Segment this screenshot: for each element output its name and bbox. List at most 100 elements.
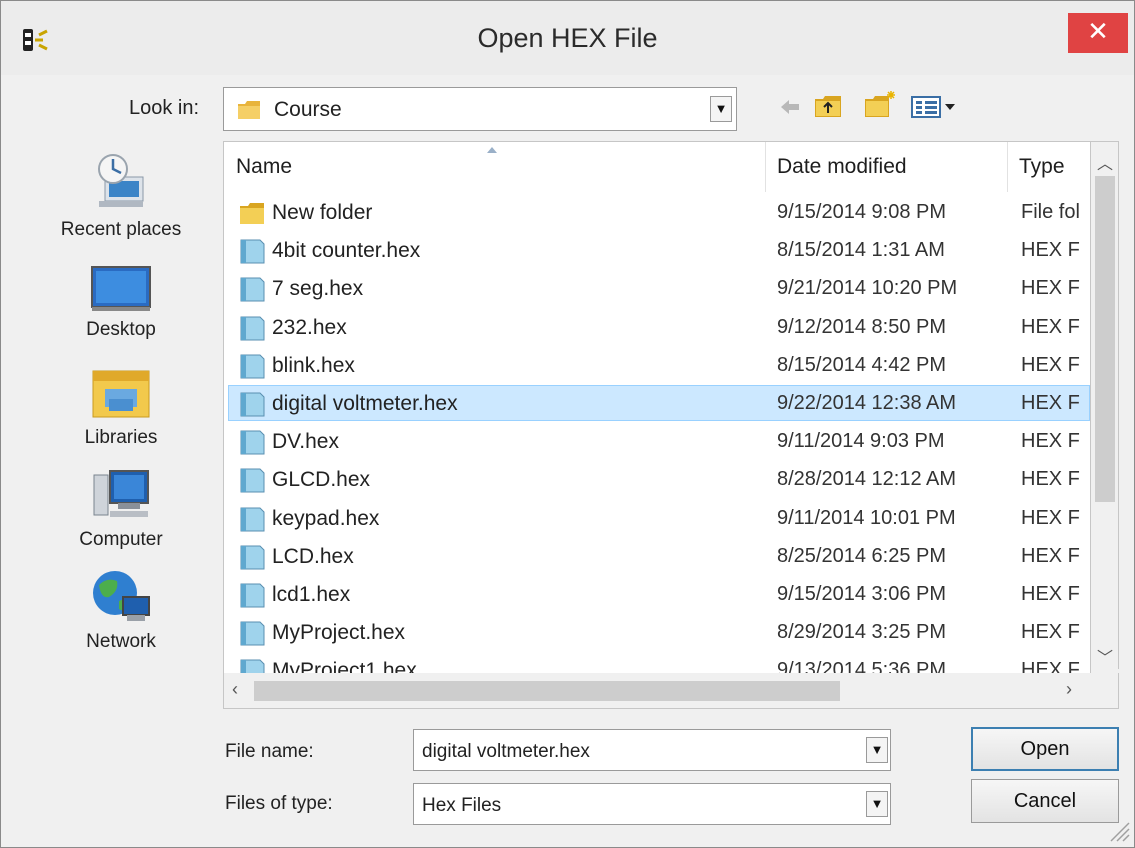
- column-header-date[interactable]: Date modified: [777, 155, 907, 179]
- lookin-dropdown[interactable]: Course ▼: [223, 87, 737, 131]
- file-name: MyProject.hex: [272, 621, 406, 645]
- file-type: HEX Fi: [1021, 392, 1081, 414]
- file-date: 8/28/2014 12:12 AM: [777, 468, 957, 491]
- lookin-value: Course: [274, 98, 342, 121]
- scroll-left-arrow[interactable]: ‹: [232, 679, 238, 700]
- file-name: blink.hex: [272, 353, 355, 377]
- cancel-button[interactable]: Cancel: [971, 779, 1119, 823]
- file-date: 9/21/2014 10:20 PM: [777, 277, 958, 300]
- hex-file-icon: [240, 621, 265, 646]
- column-separator[interactable]: [765, 142, 766, 192]
- file-date: 8/29/2014 3:25 PM: [777, 621, 947, 644]
- file-name: GLCD.hex: [272, 468, 371, 492]
- lookin-label: Look in:: [129, 97, 200, 119]
- file-date: 8/15/2014 4:42 PM: [777, 353, 947, 376]
- filename-field[interactable]: digital voltmeter.hex ▼: [413, 729, 891, 771]
- file-row[interactable]: LCD.hex 8/25/2014 6:25 PM HEX Fi: [224, 538, 1090, 576]
- scroll-right-arrow[interactable]: ›: [1066, 679, 1072, 700]
- file-name: DV.hex: [272, 430, 339, 454]
- file-row[interactable]: DV.hex 9/11/2014 9:03 PM HEX Fi: [224, 423, 1090, 461]
- hex-file-icon: [240, 316, 265, 341]
- file-type: HEX Fi: [1021, 544, 1081, 567]
- up-folder-icon[interactable]: [813, 93, 843, 119]
- desktop-icon: [91, 266, 151, 311]
- file-date: 9/11/2014 9:03 PM: [777, 430, 945, 453]
- column-separator[interactable]: [1007, 142, 1008, 192]
- place-computer[interactable]: Computer: [41, 467, 201, 551]
- resize-grip-icon[interactable]: [1105, 817, 1131, 843]
- file-row[interactable]: 4bit counter.hex 8/15/2014 1:31 AM HEX Fi: [224, 232, 1090, 270]
- hex-file-icon: [240, 277, 265, 302]
- file-name: LCD.hex: [272, 544, 354, 568]
- filename-label: File name:: [225, 741, 314, 762]
- vertical-scroll-thumb[interactable]: [1095, 176, 1115, 502]
- filetype-dropdown-arrow[interactable]: ▼: [866, 791, 888, 817]
- file-row[interactable]: 7 seg.hex 9/21/2014 10:20 PM HEX Fi: [224, 270, 1090, 308]
- filename-value[interactable]: digital voltmeter.hex: [422, 741, 590, 763]
- file-row[interactable]: GLCD.hex 8/28/2014 12:12 AM HEX Fi: [224, 461, 1090, 499]
- hex-file-icon: [240, 392, 265, 417]
- file-type: HEX Fi: [1021, 277, 1081, 300]
- open-button[interactable]: Open: [971, 727, 1119, 771]
- scroll-up-arrow[interactable]: ︿: [1091, 150, 1119, 174]
- title-bar[interactable]: Open HEX File ✕: [1, 1, 1134, 75]
- file-date: 8/25/2014 6:25 PM: [777, 544, 947, 567]
- view-menu-icon[interactable]: [911, 95, 959, 119]
- file-name: 4bit counter.hex: [272, 239, 421, 263]
- filetype-dropdown[interactable]: Hex Files ▼: [413, 783, 891, 825]
- sort-ascending-icon: [487, 147, 497, 153]
- horizontal-scroll-thumb[interactable]: [254, 681, 840, 701]
- file-name: 232.hex: [272, 315, 347, 339]
- place-network[interactable]: Network: [41, 567, 201, 653]
- place-label: Recent places: [60, 219, 182, 240]
- file-name: digital voltmeter.hex: [272, 392, 458, 415]
- file-date: 9/15/2014 3:06 PM: [777, 583, 947, 605]
- place-desktop[interactable]: Desktop: [41, 265, 201, 341]
- place-label: Libraries: [84, 427, 158, 448]
- back-arrow-icon[interactable]: [779, 97, 801, 117]
- file-row[interactable]: blink.hex 8/15/2014 4:42 PM HEX Fi: [224, 347, 1090, 385]
- network-icon: [93, 571, 150, 621]
- new-folder-icon[interactable]: [863, 89, 897, 119]
- file-row[interactable]: lcd1.hex 9/15/2014 3:06 PM HEX Fi: [224, 576, 1090, 614]
- place-libraries[interactable]: Libraries: [41, 365, 201, 449]
- column-header-type[interactable]: Type: [1019, 155, 1065, 179]
- column-header-name[interactable]: Name: [236, 155, 292, 179]
- horizontal-scrollbar[interactable]: ‹ ›: [223, 673, 1119, 709]
- filetype-label: Files of type:: [225, 793, 333, 814]
- filename-dropdown-arrow[interactable]: ▼: [866, 737, 888, 763]
- hex-file-icon: [240, 430, 265, 455]
- file-type: HEX Fi: [1021, 239, 1081, 262]
- vertical-scrollbar[interactable]: ︿ ﹀: [1091, 141, 1119, 669]
- file-date: 8/15/2014 1:31 AM: [777, 239, 945, 262]
- file-row[interactable]: 232.hex 9/12/2014 8:50 PM HEX Fi: [224, 309, 1090, 347]
- close-button[interactable]: ✕: [1068, 13, 1128, 53]
- file-row[interactable]: MyProject.hex 8/29/2014 3:25 PM HEX Fi: [224, 614, 1090, 652]
- file-type: HEX Fi: [1021, 315, 1081, 338]
- file-row[interactable]: New folder 9/15/2014 9:08 PM File fol: [224, 194, 1090, 232]
- hex-file-icon: [240, 239, 265, 264]
- scroll-down-arrow[interactable]: ﹀: [1091, 644, 1119, 668]
- file-list[interactable]: Name Date modified Type New folder 9/15/2…: [223, 141, 1091, 709]
- hex-file-icon: [240, 468, 265, 493]
- file-type: HEX Fi: [1021, 506, 1081, 529]
- file-name: keypad.hex: [272, 506, 380, 530]
- file-row[interactable]: digital voltmeter.hex 9/22/2014 12:38 AM H…: [224, 385, 1090, 423]
- file-date: 9/11/2014 10:01 PM: [777, 506, 956, 529]
- hex-file-icon: [240, 583, 265, 608]
- recent-places-icon: [98, 154, 144, 207]
- file-name: lcd1.hex: [272, 583, 351, 606]
- file-date: 9/22/2014 12:38 AM: [777, 392, 957, 414]
- file-date: 9/12/2014 8:50 PM: [777, 315, 947, 338]
- lookin-dropdown-arrow[interactable]: ▼: [710, 96, 732, 122]
- file-date: 9/15/2014 9:08 PM: [777, 201, 947, 223]
- file-type: File fol: [1021, 201, 1080, 223]
- column-header-row: Name Date modified Type: [224, 142, 1090, 192]
- file-row[interactable]: keypad.hex 9/11/2014 10:01 PM HEX Fi: [224, 500, 1090, 538]
- place-label: Desktop: [86, 319, 156, 340]
- open-hex-file-dialog: Open HEX File ✕ Look in: Course ▼ Recent…: [0, 0, 1135, 848]
- file-name: 7 seg.hex: [272, 277, 364, 301]
- computer-icon: [93, 470, 149, 517]
- file-type: HEX Fi: [1021, 353, 1081, 376]
- place-recent-places[interactable]: Recent places: [41, 151, 201, 241]
